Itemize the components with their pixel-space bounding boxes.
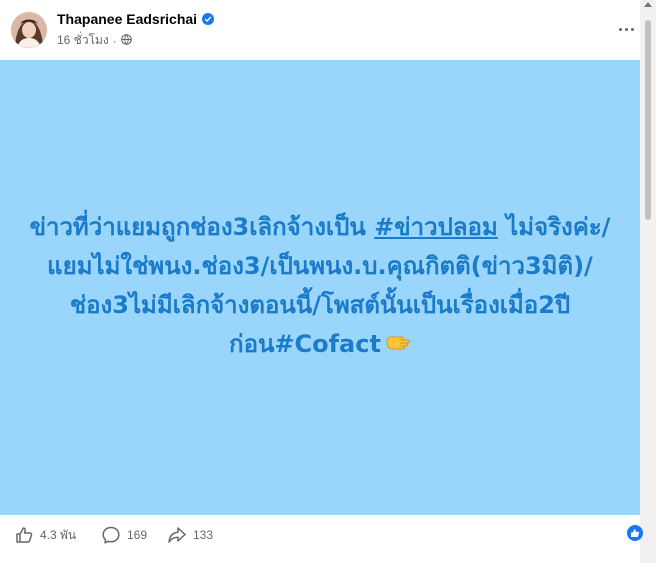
share-arrow-icon	[167, 525, 187, 545]
thumbs-up-icon	[14, 525, 34, 545]
like-count: 4.3 พัน	[40, 527, 77, 542]
author-avatar[interactable]	[11, 12, 47, 48]
like-reaction-badge-icon[interactable]	[627, 525, 643, 541]
comment-button[interactable]: 169	[101, 525, 147, 545]
verified-badge-icon	[202, 13, 215, 25]
share-button[interactable]: 133	[167, 525, 213, 545]
post-text-before: ข่าวที่ว่าแยมถูกช่อง3เลิกจ้างเป็น	[29, 213, 375, 241]
post-header	[0, 0, 640, 60]
post-text: ข่าวที่ว่าแยมถูกช่อง3เลิกจ้างเป็น #ข่าวป…	[20, 208, 620, 364]
scrollbar-thumb[interactable]	[645, 20, 651, 220]
globe-icon	[120, 33, 132, 48]
comment-count: 169	[127, 528, 148, 542]
backhand-index-pointing-down-icon	[385, 328, 411, 352]
scroll-up-arrow-icon[interactable]	[644, 2, 652, 7]
comment-bubble-icon	[101, 525, 121, 545]
author-name[interactable]: Thapanee Eadsrichai	[57, 11, 197, 27]
post-meta: 16 ชั่วโมง ·	[57, 31, 132, 50]
post-footer	[0, 515, 640, 563]
post-time[interactable]: 16 ชั่วโมง	[57, 31, 109, 50]
hashtag-link[interactable]: #ข่าวปลอม	[374, 213, 498, 241]
meta-separator: ·	[112, 33, 117, 48]
more-options-icon[interactable]	[614, 17, 638, 41]
like-button[interactable]: 4.3 พัน	[14, 525, 76, 545]
share-count: 133	[193, 528, 214, 542]
author-name-row[interactable]: Thapanee Eadsrichai	[57, 11, 215, 27]
